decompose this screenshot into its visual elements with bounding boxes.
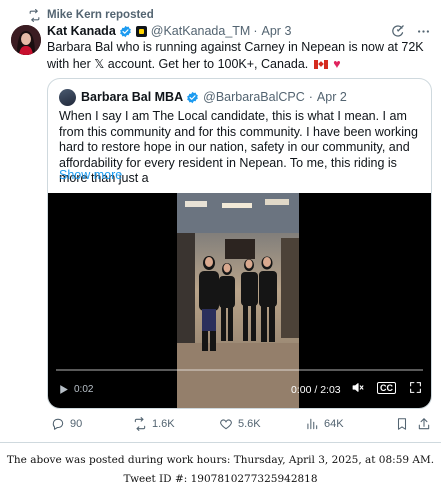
- captions-button[interactable]: CC: [377, 381, 396, 394]
- quoted-tweet-date: Apr 2: [316, 90, 347, 104]
- repost-icon: [134, 417, 146, 431]
- header-actions: [390, 24, 431, 39]
- grok-icon[interactable]: [390, 24, 405, 39]
- video-controls-right: CC: [351, 381, 422, 394]
- bookmark-icon: [397, 418, 407, 430]
- reply-count: 90: [70, 418, 83, 430]
- tweet-header: Kat Kanada @KatKanada_TM · Apr 3: [47, 22, 431, 40]
- tweet-text: Barbara Bal who is running against Carne…: [47, 39, 432, 73]
- heart-icon: [220, 419, 232, 430]
- avatar-image: [11, 25, 41, 55]
- quoted-tweet-header: Barbara Bal MBA @BarbaraBalCPC · Apr 2: [59, 88, 347, 106]
- red-heart-icon: ♥: [333, 57, 341, 71]
- quoted-header-separator: ·: [308, 90, 313, 104]
- quoted-author-handle: @BarbaraBalCPC: [203, 90, 305, 104]
- share-button[interactable]: [417, 417, 431, 431]
- tweet-date[interactable]: Apr 3: [262, 24, 292, 38]
- affiliate-badge-icon: [135, 25, 147, 37]
- fullscreen-icon[interactable]: [409, 381, 422, 394]
- verified-badge-icon: [119, 25, 131, 37]
- reply-button[interactable]: 90: [51, 417, 82, 431]
- views-button[interactable]: 64K: [305, 417, 344, 431]
- repost-indicator[interactable]: Mike Kern reposted: [28, 7, 154, 23]
- share-icon: [418, 418, 430, 430]
- play-icon: [60, 385, 68, 394]
- repost-label: Mike Kern reposted: [47, 9, 154, 21]
- mute-icon[interactable]: [351, 381, 364, 394]
- canada-flag-icon: [313, 60, 328, 69]
- quoted-tweet[interactable]: Barbara Bal MBA @BarbaraBalCPC · Apr 2 W…: [47, 78, 432, 409]
- video-elapsed-label: 0:02: [74, 384, 94, 395]
- repost-button[interactable]: 1.6K: [133, 417, 175, 431]
- show-more-link[interactable]: Show more: [59, 168, 122, 182]
- quoted-author-name: Barbara Bal MBA: [81, 90, 184, 104]
- posted-time-caption: The above was posted during work hours: …: [6, 454, 435, 466]
- author-name[interactable]: Kat Kanada: [47, 24, 116, 38]
- author-avatar[interactable]: [11, 25, 41, 55]
- repost-icon: [29, 8, 40, 22]
- analytics-icon: [307, 418, 318, 430]
- reply-icon: [52, 418, 64, 430]
- video-play-control[interactable]: 0:02: [57, 383, 93, 396]
- tweet-card[interactable]: Mike Kern reposted Kat Kanada @KatKanada…: [0, 0, 441, 443]
- video-time-display: 0:00 / 2:03: [291, 384, 341, 396]
- author-handle[interactable]: @KatKanada_TM: [151, 24, 251, 38]
- video-frame: [177, 193, 299, 408]
- quoted-author-avatar: [59, 88, 76, 106]
- verified-badge-icon: [187, 91, 198, 103]
- tweet-id-caption: Tweet ID #: 1907810277325942818: [123, 473, 318, 485]
- like-button[interactable]: 5.6K: [219, 417, 261, 431]
- video-progress-bar[interactable]: [56, 369, 423, 371]
- tweet-text-content: Barbara Bal who is running against Carne…: [47, 40, 424, 71]
- header-separator: ·: [253, 24, 258, 38]
- views-count: 64K: [324, 418, 344, 430]
- video-player[interactable]: 0:02 0:00 / 2:03 CC: [48, 193, 431, 408]
- repost-count: 1.6K: [152, 418, 175, 430]
- tweet-actions: 90 1.6K 5.6K 64K: [47, 415, 432, 433]
- more-options-icon[interactable]: [416, 24, 431, 39]
- bookmark-button[interactable]: [395, 417, 409, 431]
- like-count: 5.6K: [238, 418, 261, 430]
